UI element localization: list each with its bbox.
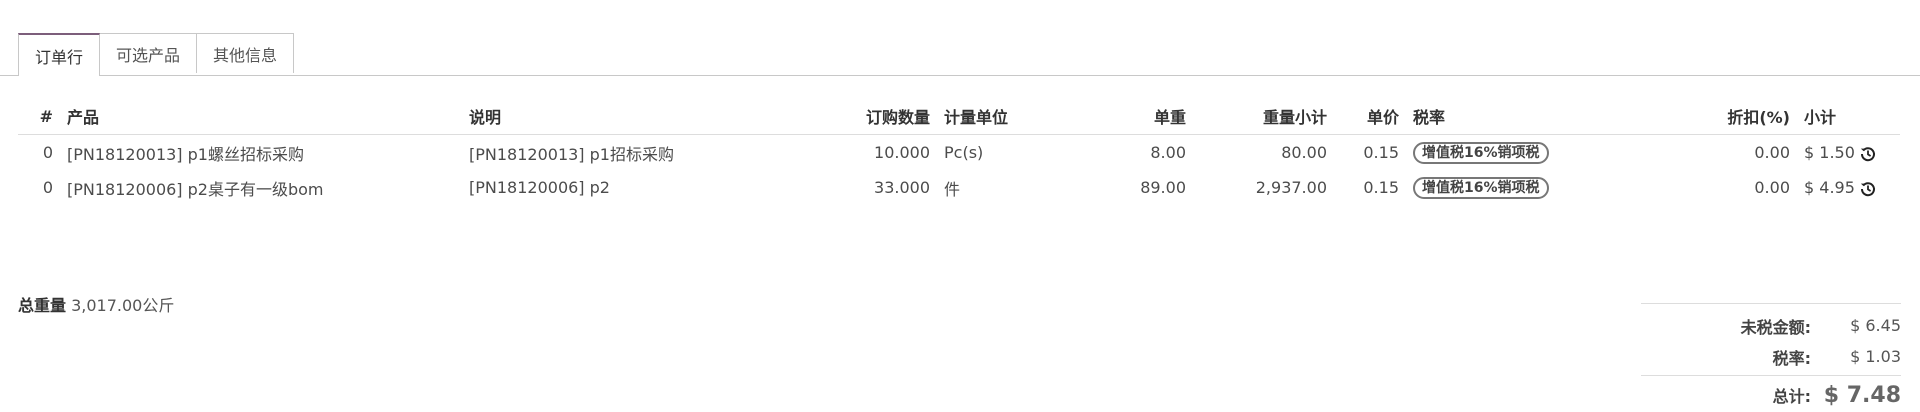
untaxed-row: 未税金额: $ 6.45	[1641, 310, 1901, 341]
untaxed-label: 未税金额:	[1740, 317, 1811, 337]
grand-total-row: 总计: $ 7.48	[1641, 378, 1901, 412]
row-subtotal: $ 1.50	[1804, 143, 1855, 162]
col-unit-weight[interactable]: 单重	[1047, 98, 1193, 135]
grand-total-label: 总计:	[1772, 387, 1811, 406]
row-price[interactable]: 0.15	[1334, 135, 1406, 171]
row-qty[interactable]: 10.000	[837, 135, 937, 171]
col-qty[interactable]: 订购数量	[837, 98, 937, 135]
col-price[interactable]: 单价	[1334, 98, 1406, 135]
grand-total-value: $ 7.48	[1823, 382, 1901, 408]
history-icon[interactable]	[1860, 181, 1876, 197]
tax-total-row: 税率: $ 1.03	[1641, 341, 1901, 372]
row-tax[interactable]: 增值税16%销项税	[1406, 170, 1708, 205]
row-unit-weight[interactable]: 8.00	[1047, 135, 1193, 171]
row-uom[interactable]: 件	[937, 170, 1047, 205]
col-product[interactable]: 产品	[60, 98, 462, 135]
row-num: 0	[42, 143, 53, 162]
tax-total-label: 税率:	[1772, 348, 1811, 368]
row-weight-subtotal: 2,937.00	[1255, 178, 1327, 197]
total-weight: 总重量 3,017.00公斤	[18, 292, 174, 316]
tax-total-value: $ 1.03	[1850, 347, 1901, 366]
row-discount[interactable]: 0.00	[1708, 135, 1797, 171]
row-num: 0	[42, 178, 53, 197]
total-weight-label: 总重量	[18, 296, 67, 315]
row-unit-weight[interactable]: 89.00	[1047, 170, 1193, 205]
row-uom[interactable]: Pc(s)	[937, 135, 1047, 171]
row-qty[interactable]: 33.000	[837, 170, 937, 205]
row-description[interactable]: [PN18120013] p1招标采购	[462, 135, 837, 171]
order-totals: 未税金额: $ 6.45 税率: $ 1.03 总计: $ 7.48	[1641, 303, 1901, 412]
untaxed-value: $ 6.45	[1850, 316, 1901, 335]
table-header: # 产品 说明 订购数量 计量单位 单重 重量小计 单价 税率 折扣(%) 小计	[18, 98, 1900, 135]
row-subtotal: $ 4.95	[1804, 178, 1855, 197]
tabs-divider	[0, 75, 1920, 76]
row-weight-subtotal: 80.00	[1281, 143, 1327, 162]
row-discount[interactable]: 0.00	[1708, 170, 1797, 205]
col-weight-subtotal[interactable]: 重量小计	[1193, 98, 1334, 135]
tab-optional-products[interactable]: 可选产品	[99, 33, 198, 73]
order-lines-table: # 产品 说明 订购数量 计量单位 单重 重量小计 单价 税率 折扣(%) 小计…	[18, 98, 1900, 205]
tab-order-lines[interactable]: 订单行	[18, 33, 101, 76]
col-discount[interactable]: 折扣(%)	[1708, 98, 1797, 135]
col-tax[interactable]: 税率	[1406, 98, 1708, 135]
row-description[interactable]: [PN18120006] p2	[462, 170, 837, 205]
row-price[interactable]: 0.15	[1334, 170, 1406, 205]
col-description[interactable]: 说明	[462, 98, 837, 135]
totals-divider	[1641, 303, 1901, 304]
tax-badge: 增值税16%销项税	[1413, 176, 1549, 199]
table-row[interactable]: 0 [PN18120006] p2桌子有一级bom [PN18120006] p…	[18, 170, 1900, 205]
row-subtotal-cell: $ 1.50	[1797, 135, 1900, 171]
table-row[interactable]: 0 [PN18120013] p1螺丝招标采购 [PN18120013] p1招…	[18, 135, 1900, 171]
row-subtotal-cell: $ 4.95	[1797, 170, 1900, 205]
notebook-tabs: 订单行 可选产品 其他信息	[18, 33, 295, 76]
col-num[interactable]: #	[18, 98, 60, 135]
row-product[interactable]: [PN18120006] p2桌子有一级bom	[60, 170, 462, 205]
col-uom[interactable]: 计量单位	[937, 98, 1047, 135]
tab-other-info[interactable]: 其他信息	[196, 33, 295, 73]
history-icon[interactable]	[1860, 146, 1876, 162]
tax-badge: 增值税16%销项税	[1413, 141, 1549, 164]
col-subtotal[interactable]: 小计	[1797, 98, 1900, 135]
total-weight-value: 3,017.00公斤	[71, 296, 175, 315]
totals-divider	[1641, 375, 1901, 376]
row-tax[interactable]: 增值税16%销项税	[1406, 135, 1708, 171]
row-product[interactable]: [PN18120013] p1螺丝招标采购	[60, 135, 462, 171]
